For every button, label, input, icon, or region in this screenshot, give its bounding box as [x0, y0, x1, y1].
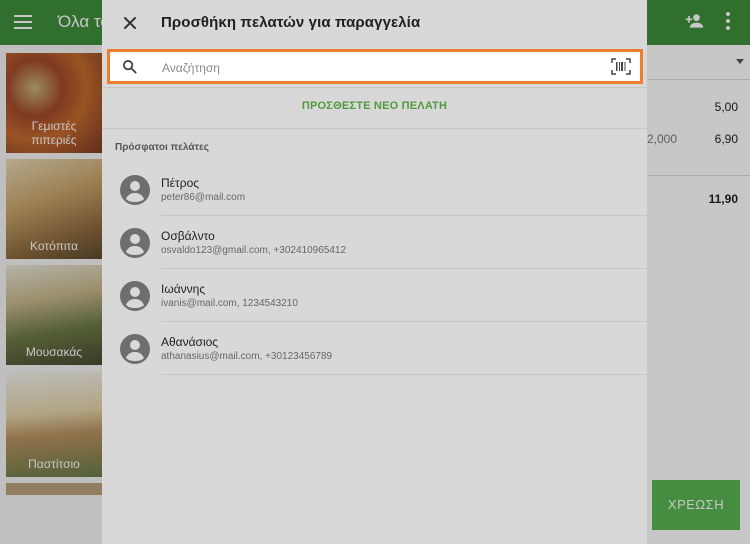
customer-list-item[interactable]: Οσβάλντο osvaldo123@gmail.com, +30241096…: [102, 217, 647, 269]
dialog-title: Προσθήκη πελατών για παραγγελία: [161, 14, 421, 31]
divider: [161, 374, 647, 375]
recent-customers-heading: Πρόσφατοι πελάτες: [115, 142, 209, 153]
customer-contact: athanasius@mail.com, +30123456789: [161, 351, 333, 362]
avatar-icon: [120, 228, 150, 258]
avatar-icon: [120, 334, 150, 364]
divider: [161, 321, 647, 322]
avatar-icon: [120, 281, 150, 311]
divider: [161, 215, 647, 216]
dialog-header: Προσθήκη πελατών για παραγγελία: [102, 0, 647, 46]
close-icon[interactable]: [120, 13, 140, 33]
barcode-scan-icon[interactable]: [611, 58, 631, 75]
customer-name: Ιωάννης: [161, 282, 206, 296]
search-input[interactable]: [160, 56, 584, 79]
customer-name: Οσβάλντο: [161, 229, 215, 243]
customer-name: Αθανάσιος: [161, 335, 219, 349]
customer-list-item[interactable]: Ιωάννης ivanis@mail.com, 1234543210: [102, 270, 647, 322]
customer-list-item[interactable]: Πέτρος peter86@mail.com: [102, 164, 647, 216]
add-new-customer-button[interactable]: ΠΡΟΣΘΕΣΤΕ ΝΕΟ ΠΕΛΑΤΗ: [102, 100, 647, 112]
customer-list-item[interactable]: Αθανάσιος athanasius@mail.com, +30123456…: [102, 323, 647, 375]
search-icon: [122, 59, 137, 74]
customer-name: Πέτρος: [161, 176, 200, 190]
divider: [102, 87, 647, 88]
customer-contact: ivanis@mail.com, 1234543210: [161, 298, 298, 309]
customer-search-box[interactable]: [107, 49, 643, 84]
customer-contact: peter86@mail.com: [161, 192, 246, 203]
divider: [161, 268, 647, 269]
divider: [102, 128, 647, 129]
add-customer-dialog: Προσθήκη πελατών για παραγγελία ΠΡΟΣΘΕΣΤ…: [102, 0, 647, 544]
avatar-icon: [120, 175, 150, 205]
customer-contact: osvaldo123@gmail.com, +302410965412: [161, 245, 347, 256]
